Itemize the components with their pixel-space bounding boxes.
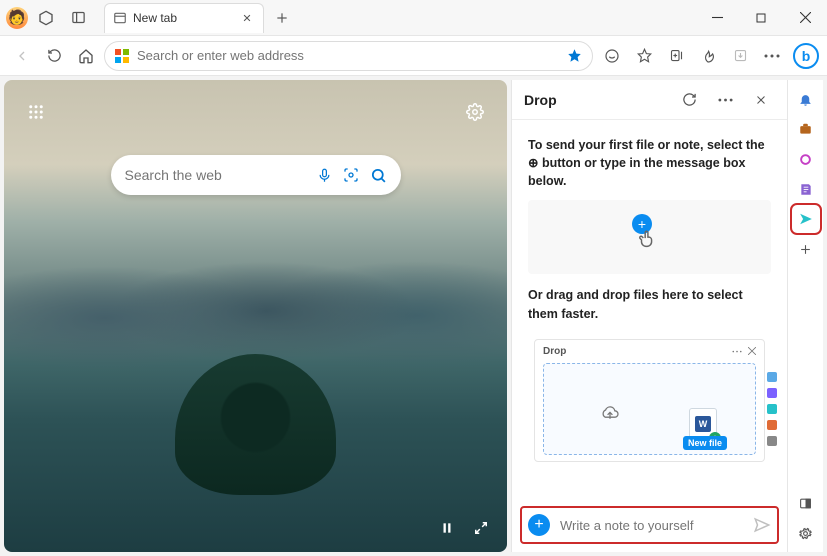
- cloud-upload-icon: [600, 406, 620, 422]
- maximize-button[interactable]: [739, 0, 783, 36]
- profile-avatar[interactable]: 🧑: [6, 7, 28, 29]
- tab-close-button[interactable]: [239, 10, 255, 26]
- new-tab-button[interactable]: [268, 4, 296, 32]
- tab-actions-icon[interactable]: [64, 4, 92, 32]
- drop-refresh-icon[interactable]: [675, 86, 703, 114]
- home-button[interactable]: [72, 42, 100, 70]
- favorite-star-icon[interactable]: [567, 48, 582, 63]
- ntp-search-input[interactable]: [125, 167, 306, 183]
- drop-panel: Drop To send your first file or note, se…: [511, 80, 787, 552]
- close-window-button[interactable]: [783, 0, 827, 36]
- new-file-badge: New file: [683, 436, 727, 450]
- search-icon[interactable]: [370, 167, 387, 184]
- note-icon[interactable]: [793, 176, 819, 202]
- pause-background-icon[interactable]: [435, 516, 459, 540]
- send-icon[interactable]: [753, 516, 771, 534]
- bing-chat-button[interactable]: b: [793, 43, 819, 69]
- page-settings-icon[interactable]: [461, 98, 489, 126]
- drop-tip-2: Or drag and drop files here to select th…: [528, 286, 771, 322]
- sidebar-settings-icon[interactable]: [793, 520, 819, 546]
- back-button[interactable]: [8, 42, 36, 70]
- microsoft-logo-icon: [115, 49, 129, 63]
- voice-search-icon[interactable]: [316, 168, 333, 183]
- briefcase-icon[interactable]: [793, 116, 819, 142]
- apps-menu-icon[interactable]: [22, 98, 50, 126]
- compose-input[interactable]: [560, 518, 743, 533]
- drop-close-icon[interactable]: [747, 86, 775, 114]
- favorites-icon[interactable]: [629, 41, 659, 71]
- address-input[interactable]: [137, 48, 559, 63]
- app-install-icon[interactable]: [725, 41, 755, 71]
- menu-button[interactable]: [757, 41, 787, 71]
- split-screen-icon[interactable]: [793, 490, 819, 516]
- drop-sidebar-icon[interactable]: [793, 206, 819, 232]
- expand-icon[interactable]: [469, 516, 493, 540]
- address-bar[interactable]: [104, 41, 593, 71]
- drop-more-icon[interactable]: [711, 86, 739, 114]
- collections-icon[interactable]: [661, 41, 691, 71]
- drop-compose-box: +: [520, 506, 779, 544]
- new-tab-page: [4, 80, 507, 552]
- minimize-button[interactable]: [695, 0, 739, 36]
- workspaces-icon[interactable]: [32, 4, 60, 32]
- compose-add-button[interactable]: +: [528, 514, 550, 536]
- tracking-prevention-icon[interactable]: [597, 41, 627, 71]
- drop-tip-2-illustration: Drop W + New file: [528, 333, 771, 468]
- drop-tip-1-illustration: +: [528, 200, 771, 274]
- refresh-button[interactable]: [40, 42, 68, 70]
- office-icon[interactable]: [793, 146, 819, 172]
- mini-drop-title: Drop: [543, 346, 732, 357]
- tab-page-icon: [113, 11, 127, 25]
- image-search-icon[interactable]: [343, 167, 360, 183]
- drop-tip-1: To send your first file or note, select …: [528, 136, 771, 190]
- notifications-icon[interactable]: [793, 86, 819, 112]
- performance-icon[interactable]: [693, 41, 723, 71]
- tab-title: New tab: [133, 11, 233, 25]
- ntp-search-bar[interactable]: [111, 155, 401, 195]
- drop-title: Drop: [524, 92, 667, 108]
- pointer-icon: [636, 228, 658, 250]
- add-sidebar-icon[interactable]: [793, 236, 819, 262]
- browser-tab[interactable]: New tab: [104, 3, 264, 33]
- right-sidebar: [787, 80, 823, 552]
